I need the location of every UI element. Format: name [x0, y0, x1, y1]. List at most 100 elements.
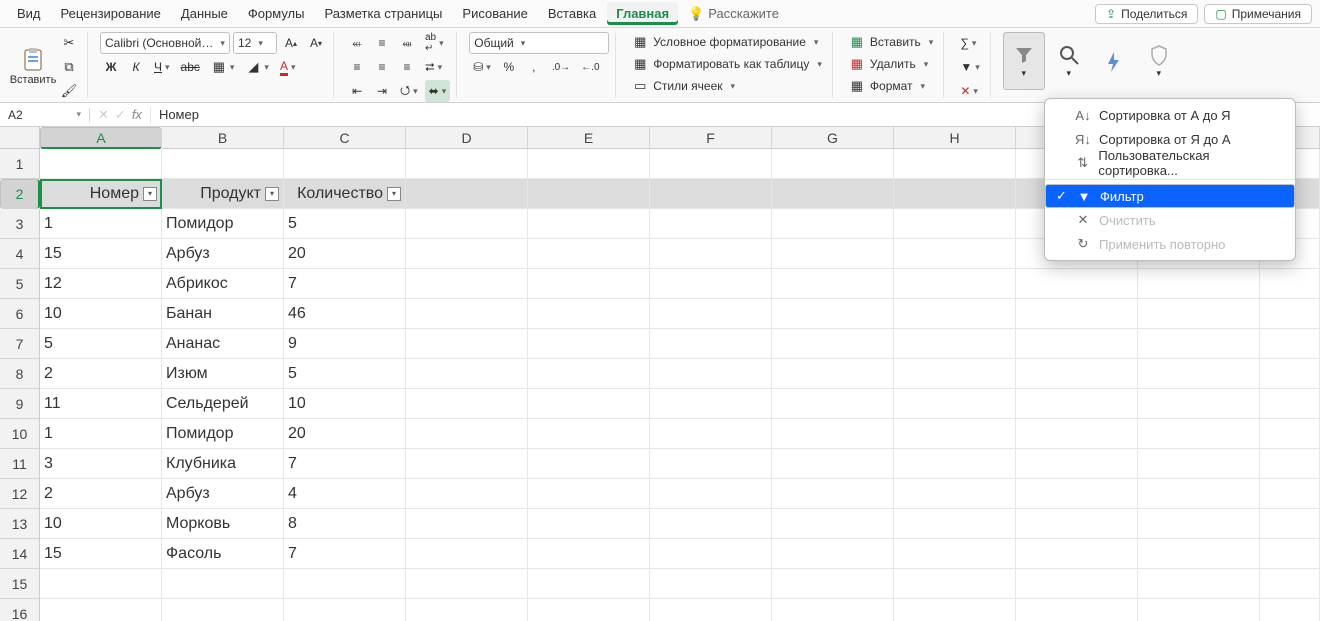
cell-E12[interactable]: [528, 479, 650, 509]
cell-G5[interactable]: [772, 269, 894, 299]
cell-J6[interactable]: [1138, 299, 1260, 329]
cell-F12[interactable]: [650, 479, 772, 509]
cell-F1[interactable]: [650, 149, 772, 179]
cell-D4[interactable]: [406, 239, 528, 269]
dropdown-item-custom-sort[interactable]: ⇅Пользовательская сортировка...: [1045, 151, 1295, 175]
cell-G9[interactable]: [772, 389, 894, 419]
fx-label[interactable]: fx: [132, 107, 142, 122]
cell-E7[interactable]: [528, 329, 650, 359]
row-header-15[interactable]: 15: [0, 569, 40, 599]
share-button[interactable]: ⇪ Поделиться: [1095, 4, 1198, 24]
font-color-button[interactable]: А: [276, 56, 300, 78]
cell-J16[interactable]: [1138, 599, 1260, 621]
increase-decimal-button[interactable]: .0→: [548, 56, 574, 78]
cell-I7[interactable]: [1016, 329, 1138, 359]
cell-A13[interactable]: 10: [40, 509, 162, 539]
cell-C16[interactable]: [284, 599, 406, 621]
cell-D6[interactable]: [406, 299, 528, 329]
column-header-B[interactable]: B: [162, 127, 284, 149]
cell-B11[interactable]: Клубника: [162, 449, 284, 479]
cell-E14[interactable]: [528, 539, 650, 569]
cell-E1[interactable]: [528, 149, 650, 179]
cell-H1[interactable]: [894, 149, 1016, 179]
column-header-G[interactable]: G: [772, 127, 894, 149]
menu-tab-данные[interactable]: Данные: [172, 2, 237, 25]
column-header-C[interactable]: C: [284, 127, 406, 149]
cell-F7[interactable]: [650, 329, 772, 359]
row-header-16[interactable]: 16: [0, 599, 40, 621]
increase-indent-button[interactable]: ⇥: [371, 80, 393, 102]
align-top-button[interactable]: ⬴: [346, 32, 368, 54]
row-header-8[interactable]: 8: [0, 359, 40, 389]
menu-tab-рисование[interactable]: Рисование: [453, 2, 536, 25]
cell-F13[interactable]: [650, 509, 772, 539]
cell-E13[interactable]: [528, 509, 650, 539]
copy-button[interactable]: ⧉: [57, 56, 81, 78]
cell-G3[interactable]: [772, 209, 894, 239]
cell-I8[interactable]: [1016, 359, 1138, 389]
decrease-decimal-button[interactable]: ←.0: [577, 56, 603, 78]
cell-G12[interactable]: [772, 479, 894, 509]
cell-B13[interactable]: Морковь: [162, 509, 284, 539]
cell-F6[interactable]: [650, 299, 772, 329]
cell-K8[interactable]: [1260, 359, 1320, 389]
cell-E9[interactable]: [528, 389, 650, 419]
row-header-9[interactable]: 9: [0, 389, 40, 419]
cell-B8[interactable]: Изюм: [162, 359, 284, 389]
format-as-table-button[interactable]: ▦Форматировать как таблицу: [628, 54, 826, 74]
font-size-select[interactable]: 12: [233, 32, 277, 54]
cell-J14[interactable]: [1138, 539, 1260, 569]
column-header-H[interactable]: H: [894, 127, 1016, 149]
cell-H9[interactable]: [894, 389, 1016, 419]
cell-H3[interactable]: [894, 209, 1016, 239]
align-middle-button[interactable]: ≡: [371, 32, 393, 54]
cell-C14[interactable]: 7: [284, 539, 406, 569]
ideas-button[interactable]: [1093, 32, 1135, 90]
fill-color-button[interactable]: ◢: [241, 56, 273, 78]
cell-H14[interactable]: [894, 539, 1016, 569]
cell-D13[interactable]: [406, 509, 528, 539]
row-header-10[interactable]: 10: [0, 419, 40, 449]
cell-B14[interactable]: Фасоль: [162, 539, 284, 569]
cell-K12[interactable]: [1260, 479, 1320, 509]
cell-I11[interactable]: [1016, 449, 1138, 479]
cell-E8[interactable]: [528, 359, 650, 389]
cell-K10[interactable]: [1260, 419, 1320, 449]
cell-C15[interactable]: [284, 569, 406, 599]
filter-toggle-B[interactable]: ▾: [265, 187, 279, 201]
cell-G14[interactable]: [772, 539, 894, 569]
cell-H2[interactable]: [894, 179, 1016, 209]
bold-button[interactable]: Ж: [100, 56, 122, 78]
italic-button[interactable]: К: [125, 56, 147, 78]
cell-H7[interactable]: [894, 329, 1016, 359]
cell-G6[interactable]: [772, 299, 894, 329]
cell-I14[interactable]: [1016, 539, 1138, 569]
cell-B16[interactable]: [162, 599, 284, 621]
format-painter-button[interactable]: 🖌: [57, 80, 81, 102]
cell-H6[interactable]: [894, 299, 1016, 329]
cell-B6[interactable]: Банан: [162, 299, 284, 329]
percent-button[interactable]: %: [498, 56, 520, 78]
cell-J5[interactable]: [1138, 269, 1260, 299]
cell-J12[interactable]: [1138, 479, 1260, 509]
cell-I5[interactable]: [1016, 269, 1138, 299]
cell-B1[interactable]: [162, 149, 284, 179]
cancel-formula-button[interactable]: ✕: [98, 107, 109, 123]
cell-B3[interactable]: Помидор: [162, 209, 284, 239]
cell-B2[interactable]: Продукт▾: [162, 179, 284, 209]
row-header-13[interactable]: 13: [0, 509, 40, 539]
sort-filter-button[interactable]: ▾: [1003, 32, 1045, 90]
cell-D15[interactable]: [406, 569, 528, 599]
menu-tab-вставка[interactable]: Вставка: [539, 2, 605, 25]
format-cells-button[interactable]: ▦Формат: [845, 76, 937, 96]
cell-E5[interactable]: [528, 269, 650, 299]
number-format-select[interactable]: Общий: [469, 32, 609, 54]
cell-D2[interactable]: [406, 179, 528, 209]
row-header-7[interactable]: 7: [0, 329, 40, 359]
column-header-A[interactable]: A: [40, 127, 162, 149]
cell-A9[interactable]: 11: [40, 389, 162, 419]
borders-button[interactable]: ▦: [207, 56, 239, 78]
cell-I12[interactable]: [1016, 479, 1138, 509]
cell-I6[interactable]: [1016, 299, 1138, 329]
cell-J11[interactable]: [1138, 449, 1260, 479]
